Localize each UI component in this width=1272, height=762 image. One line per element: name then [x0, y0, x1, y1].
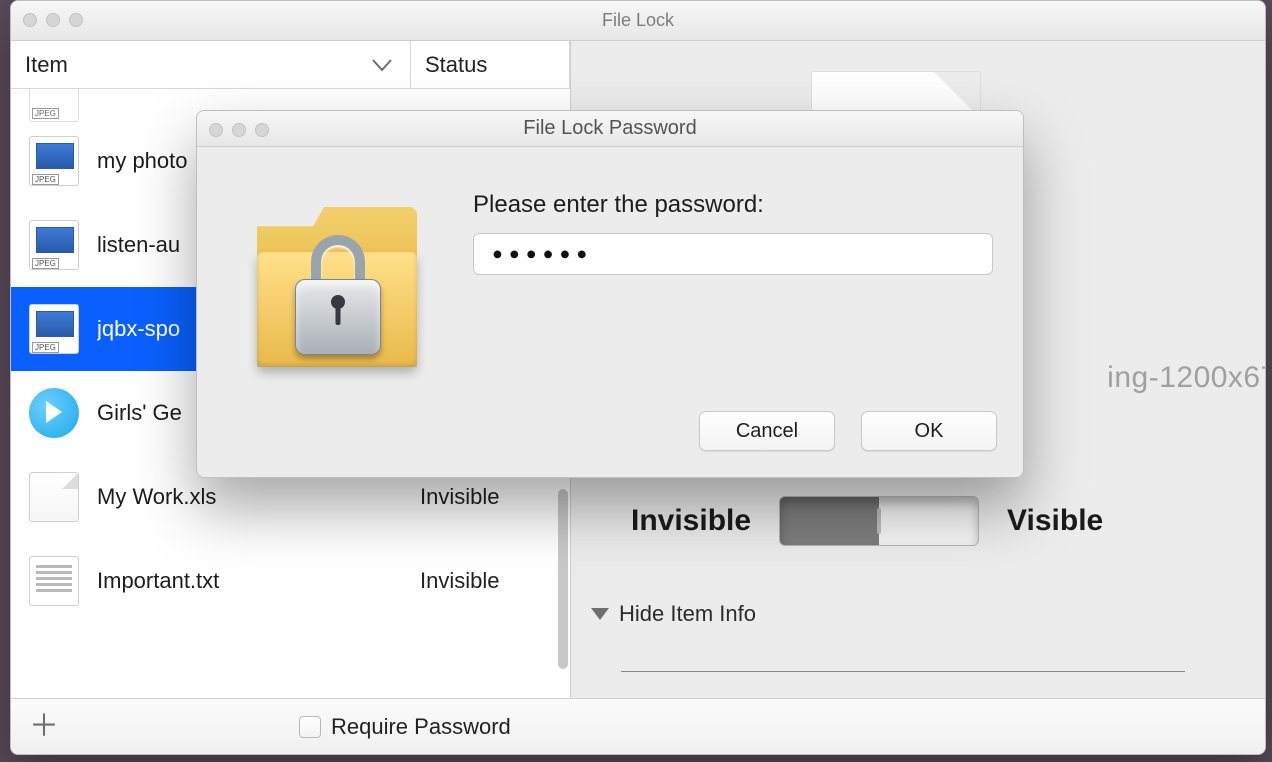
jpeg-tag-label: JPEG: [32, 108, 59, 119]
require-password-checkbox[interactable]: Require Password: [299, 714, 511, 740]
disclosure-label: Hide Item Info: [619, 601, 756, 627]
dialog-body: Please enter the password: ●●●●●● Cancel…: [197, 147, 1023, 477]
dialog-title: File Lock Password: [197, 117, 1023, 140]
invisible-label: Invisible: [631, 504, 751, 538]
detail-separator: [621, 671, 1185, 672]
column-headers: Item Status: [11, 41, 570, 89]
visibility-toggle[interactable]: [779, 496, 979, 546]
minimize-window-button[interactable]: [46, 13, 60, 27]
zoom-window-button[interactable]: [69, 13, 83, 27]
cancel-button[interactable]: Cancel: [699, 411, 835, 451]
visibility-toggle-row: Invisible Visible: [631, 496, 1205, 546]
list-item-status: Invisible: [420, 484, 570, 510]
add-item-button[interactable]: ＋: [29, 712, 59, 742]
dialog-button-row: Cancel OK: [699, 411, 997, 451]
disclosure-triangle-icon: [591, 608, 609, 620]
sort-indicator-icon: [372, 59, 392, 71]
dialog-window-controls: [209, 123, 269, 137]
checkbox-icon: [299, 716, 321, 738]
jpeg-thumb-icon: [29, 136, 79, 186]
list-item-name: Important.txt: [97, 568, 397, 594]
list-scrollbar[interactable]: [558, 489, 568, 669]
document-thumb-icon: [29, 472, 79, 522]
locked-folder-icon: [257, 207, 417, 367]
column-header-status-label: Status: [425, 52, 487, 78]
password-dialog: File Lock Password Please enter the pass…: [196, 110, 1024, 478]
jpeg-thumb-icon: [29, 304, 79, 354]
main-window-title: File Lock: [11, 10, 1265, 31]
column-header-item[interactable]: Item: [11, 41, 411, 88]
main-titlebar: File Lock: [11, 1, 1265, 41]
jpeg-thumb-icon: JPEG: [29, 89, 79, 122]
hide-item-info-disclosure[interactable]: Hide Item Info: [591, 601, 756, 627]
password-prompt: Please enter the password:: [473, 191, 764, 219]
close-window-button[interactable]: [23, 13, 37, 27]
padlock-icon: [295, 235, 381, 355]
text-thumb-icon: [29, 556, 79, 606]
dialog-close-button[interactable]: [209, 123, 223, 137]
list-item-status: Invisible: [420, 568, 570, 594]
ok-button[interactable]: OK: [861, 411, 997, 451]
password-masked-value: ●●●●●●: [492, 244, 593, 265]
visible-label: Visible: [1007, 504, 1103, 538]
dialog-titlebar: File Lock Password: [197, 111, 1023, 147]
music-thumb-icon: [29, 388, 79, 438]
bottom-toolbar: ＋ Require Password: [11, 698, 1265, 754]
password-input[interactable]: ●●●●●●: [473, 233, 993, 275]
list-item-name: My Work.xls: [97, 484, 397, 510]
list-item[interactable]: Important.txt Invisible: [11, 539, 570, 623]
column-header-item-label: Item: [25, 52, 68, 78]
jpeg-thumb-icon: [29, 220, 79, 270]
require-password-label: Require Password: [331, 714, 511, 740]
column-header-status[interactable]: Status: [411, 41, 570, 88]
window-controls: [23, 13, 83, 27]
dialog-zoom-button[interactable]: [255, 123, 269, 137]
dialog-minimize-button[interactable]: [232, 123, 246, 137]
